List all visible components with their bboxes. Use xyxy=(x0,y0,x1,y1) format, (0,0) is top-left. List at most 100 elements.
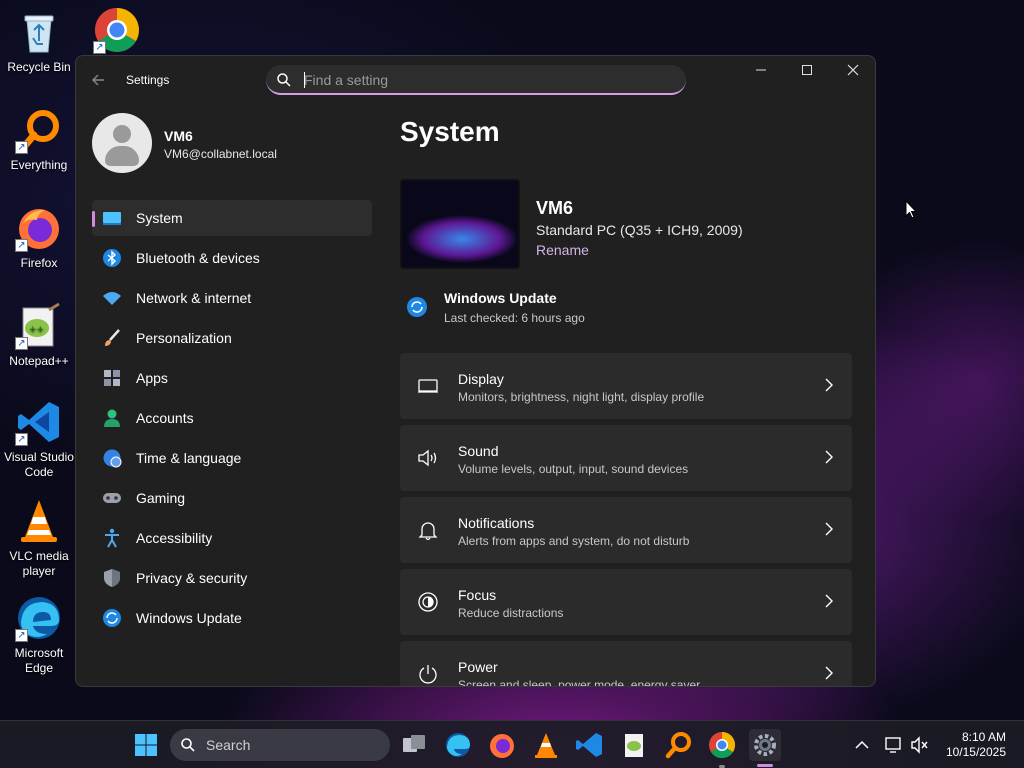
everything-search-icon xyxy=(665,732,691,759)
card-title: Power xyxy=(458,659,498,675)
close-icon xyxy=(847,64,859,76)
desktop-icon-firefox[interactable]: ↗ Firefox xyxy=(2,204,76,271)
windows-update-icon xyxy=(407,297,427,317)
taskbar-search[interactable]: Search xyxy=(170,729,390,761)
taskbar-firefox[interactable] xyxy=(486,729,518,761)
settings-card-display[interactable]: Display Monitors, brightness, night ligh… xyxy=(400,353,852,419)
windows-update-link[interactable]: Windows Update xyxy=(444,290,557,306)
search-icon xyxy=(181,738,195,752)
settings-search-input[interactable] xyxy=(304,71,664,89)
sidebar-item-system[interactable]: System xyxy=(92,200,372,236)
sidebar-item-accounts[interactable]: Accounts xyxy=(92,400,372,436)
speaker-icon xyxy=(418,449,437,467)
close-button[interactable] xyxy=(830,56,875,88)
minimize-button[interactable] xyxy=(738,56,784,88)
taskbar-notepad-plus-plus[interactable] xyxy=(618,729,650,761)
task-view-button[interactable] xyxy=(398,729,430,761)
svg-text:++: ++ xyxy=(29,325,44,335)
rename-link[interactable]: Rename xyxy=(536,242,589,258)
shortcut-arrow-icon: ↗ xyxy=(93,41,106,54)
sidebar-item-gaming[interactable]: Gaming xyxy=(92,480,372,516)
active-app-indicator xyxy=(757,764,773,767)
taskbar-vscode[interactable] xyxy=(574,729,606,761)
maximize-button[interactable] xyxy=(784,56,830,88)
desktop-icon-edge[interactable]: ↗ Microsoft Edge xyxy=(2,594,76,676)
chevron-up-icon xyxy=(855,740,869,749)
notepad-plus-plus-icon xyxy=(625,734,643,757)
mouse-pointer-icon xyxy=(905,200,917,219)
everything-search-icon: ↗ xyxy=(15,106,63,154)
card-title: Notifications xyxy=(458,515,535,531)
sidebar-item-apps[interactable]: Apps xyxy=(92,360,372,396)
sidebar-item-personalization[interactable]: Personalization xyxy=(92,320,372,356)
settings-card-sound[interactable]: Sound Volume levels, output, input, soun… xyxy=(400,425,852,491)
device-wallpaper-thumbnail xyxy=(400,179,520,269)
card-subtitle: Alerts from apps and system, do not dist… xyxy=(458,534,690,548)
desktop-icon-vlc[interactable]: VLC media player xyxy=(2,497,76,579)
settings-search-box[interactable] xyxy=(266,65,686,95)
chrome-icon: ↗ xyxy=(93,6,141,54)
sidebar-item-label: Gaming xyxy=(136,490,186,506)
settings-card-power[interactable]: Power Screen and sleep, power mode, ener… xyxy=(400,641,852,687)
wifi-icon xyxy=(103,292,121,305)
edge-icon: ↗ xyxy=(15,594,63,642)
sidebar-item-bluetooth[interactable]: Bluetooth & devices xyxy=(92,240,372,276)
sidebar-nav: System Bluetooth & devices Network & int… xyxy=(92,200,372,640)
sidebar-item-label: Bluetooth & devices xyxy=(136,250,260,266)
desktop-icon-chrome[interactable]: ↗ xyxy=(80,6,154,58)
vscode-icon: ↗ xyxy=(15,398,63,446)
desktop-icon-vscode[interactable]: ↗ Visual Studio Code xyxy=(2,398,76,480)
card-title: Sound xyxy=(458,443,499,459)
shield-icon xyxy=(104,569,120,587)
page-title: System xyxy=(400,116,500,147)
start-button[interactable] xyxy=(130,729,162,761)
sidebar-item-time-language[interactable]: Time & language xyxy=(92,440,372,476)
desktop-icon-label: Everything xyxy=(10,158,68,172)
back-arrow-icon[interactable] xyxy=(88,70,108,90)
avatar[interactable] xyxy=(92,113,152,173)
sidebar-item-label: System xyxy=(136,210,183,226)
sidebar-item-label: Windows Update xyxy=(136,610,242,626)
sidebar-item-label: Accounts xyxy=(136,410,194,426)
firefox-icon xyxy=(490,734,514,758)
sidebar-item-network[interactable]: Network & internet xyxy=(92,280,372,316)
taskbar-settings[interactable] xyxy=(749,729,781,761)
sidebar-item-windows-update[interactable]: Windows Update xyxy=(92,600,372,636)
chevron-right-icon xyxy=(825,450,833,464)
desktop-icon-label: Code xyxy=(24,465,54,479)
desktop-icon-notepad-plus-plus[interactable]: ++ ↗ Notepad++ xyxy=(2,302,76,369)
desktop-icon-label: VLC media xyxy=(9,549,69,563)
shortcut-arrow-icon: ↗ xyxy=(15,629,28,642)
app-title: Settings xyxy=(126,73,170,87)
windows-update-status: Last checked: 6 hours ago xyxy=(444,311,585,325)
sidebar-item-privacy-security[interactable]: Privacy & security xyxy=(92,560,372,596)
title-bar[interactable]: Settings xyxy=(76,56,875,104)
system-clock[interactable]: 8:10 AM 10/15/2025 xyxy=(946,730,1006,760)
taskbar-chrome[interactable] xyxy=(706,729,738,761)
taskbar-everything[interactable] xyxy=(662,729,694,761)
desktop-icon-recycle-bin[interactable]: Recycle Bin xyxy=(2,8,76,75)
windows-logo-icon xyxy=(135,734,157,756)
firefox-icon: ↗ xyxy=(15,204,63,252)
show-hidden-icons-button[interactable] xyxy=(846,729,878,761)
chevron-right-icon xyxy=(825,378,833,392)
card-subtitle: Monitors, brightness, night light, displ… xyxy=(458,390,705,404)
sidebar-item-accessibility[interactable]: Accessibility xyxy=(92,520,372,556)
focus-icon xyxy=(418,592,438,612)
card-subtitle: Reduce distractions xyxy=(458,606,564,620)
sidebar-item-label: Time & language xyxy=(136,450,242,466)
accounts-icon xyxy=(104,409,120,427)
settings-card-focus[interactable]: Focus Reduce distractions xyxy=(400,569,852,635)
card-subtitle: Volume levels, output, input, sound devi… xyxy=(458,462,689,476)
sidebar-item-label: Privacy & security xyxy=(136,570,248,586)
taskbar-edge[interactable] xyxy=(442,729,474,761)
volume-button[interactable] xyxy=(904,729,936,761)
taskbar-vlc[interactable] xyxy=(530,729,562,761)
desktop-icon-everything[interactable]: ↗ Everything xyxy=(2,106,76,173)
text-caret xyxy=(304,72,305,88)
chrome-icon xyxy=(709,731,736,759)
gamepad-icon xyxy=(103,493,121,503)
card-subtitle: Screen and sleep, power mode, energy sav… xyxy=(458,678,701,687)
vlc-icon xyxy=(535,733,557,758)
settings-card-notifications[interactable]: Notifications Alerts from apps and syste… xyxy=(400,497,852,563)
